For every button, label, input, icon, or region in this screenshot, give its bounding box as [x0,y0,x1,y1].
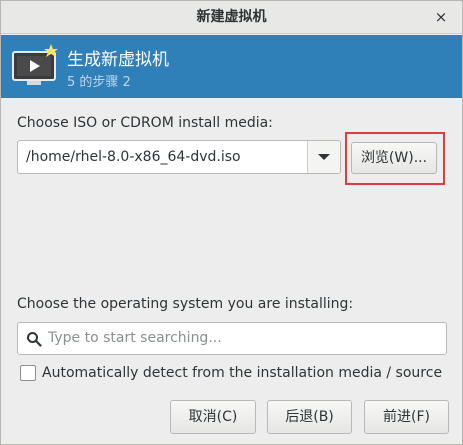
close-icon[interactable]: × [432,8,450,26]
iso-path-value[interactable]: /home/rhel-8.0-x86_64-dvd.iso [26,141,241,173]
window-title: 新建虚拟机 [196,9,267,25]
wizard-step: 5 的步骤 2 [67,75,131,90]
new-vm-dialog: 新建虚拟机 × 生成新虚拟机 5 的步骤 2 Choose ISO or CDR… [0,0,463,445]
os-search-input[interactable]: Type to start searching... [17,322,447,355]
search-icon [27,332,42,347]
chevron-down-icon [318,154,330,160]
back-button[interactable]: 后退(B) [267,400,352,434]
iso-path-combobox[interactable]: /home/rhel-8.0-x86_64-dvd.iso [17,140,341,174]
computer-monitor-icon [12,44,58,85]
install-media-label: Choose ISO or CDROM install media: [17,115,273,131]
os-label: Choose the operating system you are inst… [17,296,354,312]
browse-button[interactable]: 浏览(W)... [351,142,437,174]
title-bar[interactable]: 新建虚拟机 × [1,1,462,34]
dropdown-button[interactable] [308,141,340,173]
wizard-title: 生成新虚拟机 [67,50,169,70]
cancel-button[interactable]: 取消(C) [170,400,256,434]
search-placeholder: Type to start searching... [48,330,222,346]
wizard-header: 生成新虚拟机 5 的步骤 2 [1,35,462,98]
forward-button[interactable]: 前进(F) [364,400,449,434]
auto-detect-checkbox[interactable] [20,365,36,381]
auto-detect-label[interactable]: Automatically detect from the installati… [42,363,442,383]
